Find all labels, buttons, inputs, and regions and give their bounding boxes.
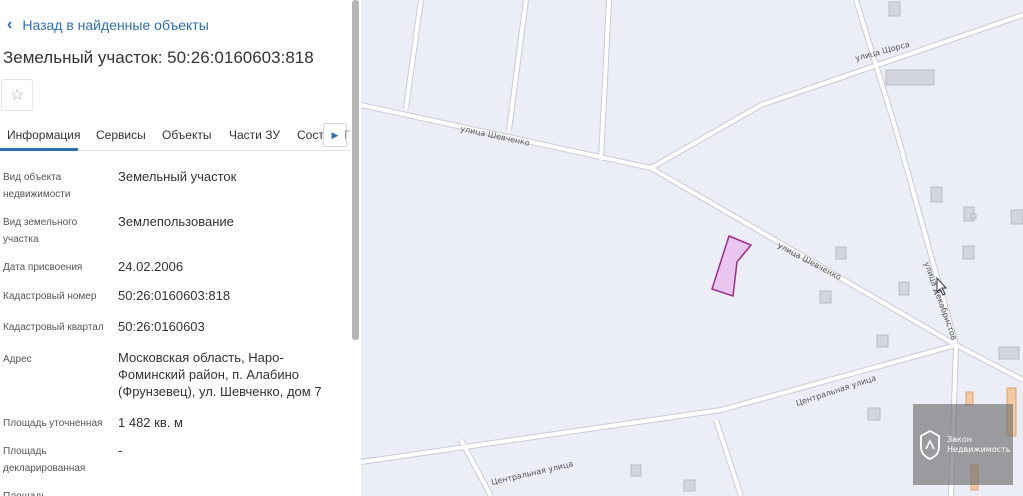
shield-icon (920, 429, 940, 460)
triangle-right-icon: ▶ (331, 129, 339, 140)
back-link[interactable]: ‹ Назад в найденные объекты (7, 16, 209, 34)
field-value: 50:26:0160603 (118, 319, 205, 334)
field-label: Дата присвоения (3, 262, 83, 273)
street-label: Центральная улица (490, 459, 574, 487)
tab-objects[interactable]: Объекты (162, 128, 212, 142)
panel-scrollbar[interactable] (352, 0, 359, 340)
field-label: Кадастровый номер (3, 291, 97, 302)
field-value: Московская область, Наро- Фоминский райо… (118, 350, 322, 399)
field-value: 24.02.2006 (118, 259, 184, 274)
street-label: улица Шевченко (460, 124, 531, 148)
field-label: Вид земельного участка (3, 217, 78, 245)
tab-parts[interactable]: Части ЗУ (229, 128, 280, 142)
tab-services[interactable]: Сервисы (96, 128, 146, 142)
watermark-line2: Недвижимость (947, 444, 1011, 454)
field-value: - (118, 443, 123, 458)
field-label: Вид объекта недвижимости (3, 172, 71, 200)
watermark-line1: Закон (947, 434, 972, 444)
field-label: Площадь уточненная (3, 418, 103, 429)
street-label: улица Шевченко (776, 241, 843, 282)
watermark-logo: Закон Недвижимость (913, 404, 1013, 485)
field-value: Землепользование (118, 214, 234, 229)
active-tab-indicator (0, 148, 78, 151)
info-panel: ‹ Назад в найденные объекты Земельный уч… (0, 0, 361, 496)
chevron-left-icon: ‹ (7, 16, 13, 33)
field-value: 1 482 кв. м (118, 415, 183, 430)
tab-info[interactable]: Информация (7, 128, 80, 142)
page-title: Земельный участок: 50:26:0160603:818 (3, 48, 314, 67)
tab-bar: Информация Сервисы Объекты Части ЗУ Сост… (0, 121, 351, 151)
field-label: Площадь (3, 488, 47, 496)
favorite-button[interactable]: ☆ (1, 79, 33, 111)
field-label: Кадастровый квартал (3, 322, 104, 333)
field-label: Адрес (3, 354, 32, 365)
field-label: Площадь декларированная (3, 446, 86, 474)
field-value: 50:26:0160603:818 (118, 288, 231, 303)
land-parcel[interactable] (711, 234, 753, 298)
star-icon: ☆ (9, 87, 25, 104)
field-value: Земельный участок (118, 169, 237, 184)
back-link-label: Назад в найденные объекты (22, 17, 209, 33)
tab-overflow-label: Г (344, 128, 351, 142)
tab-composition[interactable]: Соста (297, 128, 323, 142)
